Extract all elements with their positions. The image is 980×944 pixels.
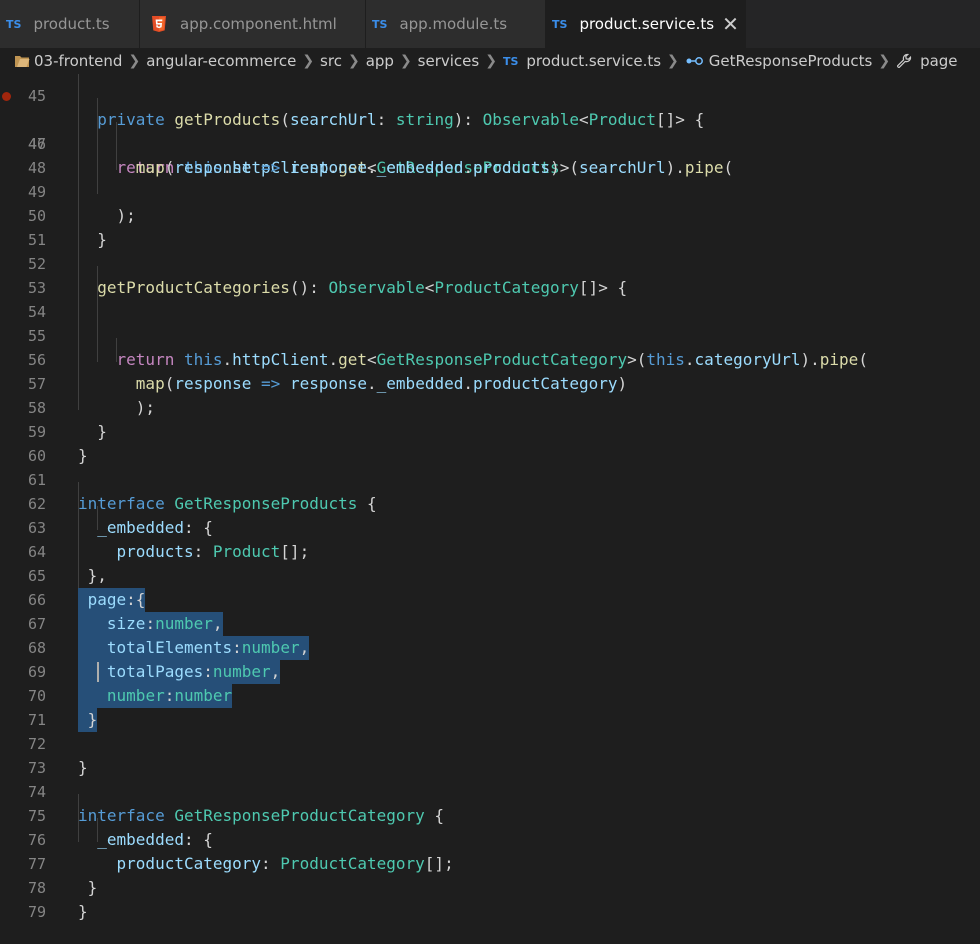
line-number: 79 <box>27 903 46 921</box>
close-tab-icon[interactable]: ✕ <box>722 14 739 34</box>
chevron-right-icon: ❯ <box>878 53 891 69</box>
code-line: 72 } <box>0 708 980 777</box>
tab-label: app.module.ts <box>399 15 508 33</box>
code-line: 58 } <box>0 372 980 441</box>
code-line: 69 number:number <box>0 636 980 708</box>
interface-symbol-icon <box>686 57 703 65</box>
breadcrumb-item-app[interactable]: app <box>366 52 394 70</box>
code-line: 53 <box>0 252 980 297</box>
breadcrumb-item-services[interactable]: services <box>418 52 480 70</box>
typescript-file-icon: TS <box>372 17 388 31</box>
breadcrumb-item-page[interactable]: page <box>920 52 957 70</box>
breadcrumb-item-angular-ecommerce[interactable]: angular-ecommerce <box>146 52 296 70</box>
code-line: 68 totalPages:number, <box>0 612 980 684</box>
breadcrumb: 03-frontend ❯ angular-ecommerce ❯ src ❯ … <box>0 48 980 74</box>
code-line: 60 <box>0 420 980 465</box>
code-line: 78 } <box>0 852 980 921</box>
code-line: 67 totalElements:number, <box>0 588 980 660</box>
code-line: 71 <box>0 684 980 729</box>
code-line: 79 <box>0 876 980 921</box>
code-line: 64 }, <box>0 516 980 585</box>
chevron-right-icon: ❯ <box>128 53 141 69</box>
code-line: 63 products: Product[]; <box>0 492 980 561</box>
code-line: 55 return this.httpClient.get<GetRespons… <box>0 300 980 369</box>
code-line: 52 getProductCategories(): Observable<Pr… <box>0 228 980 297</box>
code-line: 50 } <box>0 180 980 249</box>
code-line: 62 _embedded: { <box>0 468 980 537</box>
code-line: 76 productCategory: ProductCategory[]; <box>0 804 980 873</box>
breadcrumb-item-file[interactable]: product.service.ts <box>526 52 661 70</box>
chevron-right-icon: ❯ <box>302 53 315 69</box>
breadcrumb-item-src[interactable]: src <box>320 52 342 70</box>
code-line: 77 } <box>0 828 980 897</box>
code-line: 46 return this.httpClient.get<GetRespons… <box>0 84 980 177</box>
code-line: 56 map(response => response._embedded.pr… <box>0 324 980 393</box>
typescript-file-icon: TS <box>502 54 519 68</box>
breakpoint-icon[interactable] <box>2 92 11 101</box>
code-line: 61 interface GetResponseProducts { <box>0 444 980 513</box>
tab-label: product.ts <box>33 15 110 33</box>
code-line: 48 <box>0 132 980 177</box>
tab-product-ts[interactable]: TS product.ts <box>0 0 140 48</box>
code-line: 54 <box>0 276 980 321</box>
code-line: 66 size:number, <box>0 564 980 636</box>
tab-bar: TS product.ts app.component.html TS app.… <box>0 0 980 48</box>
code-line: 73 <box>0 732 980 777</box>
code-line: 45 private getProducts(searchUrl: string… <box>0 74 980 129</box>
typescript-file-icon: TS <box>6 17 22 31</box>
tab-label: app.component.html <box>180 15 337 33</box>
tab-label: product.service.ts <box>579 15 715 33</box>
breadcrumb-item-interface[interactable]: GetResponseProducts <box>709 52 873 70</box>
tab-app-module-ts[interactable]: TS app.module.ts <box>366 0 546 48</box>
code-line: 65 page:{ <box>0 540 980 612</box>
text-cursor <box>97 662 99 682</box>
folder-icon <box>15 56 30 67</box>
breadcrumb-item-03-frontend[interactable]: 03-frontend <box>34 52 122 70</box>
code-editor[interactable]: 45 private getProducts(searchUrl: string… <box>0 74 980 944</box>
chevron-right-icon: ❯ <box>667 53 679 69</box>
code-line: 75 _embedded: { <box>0 780 980 849</box>
code-line: 59 } <box>0 396 980 465</box>
code-text: } <box>78 902 88 921</box>
tab-product-service-ts[interactable]: TS product.service.ts ✕ <box>546 0 746 48</box>
typescript-file-icon: TS <box>552 17 568 31</box>
code-line: 70 } <box>0 660 980 732</box>
html-file-icon <box>152 16 166 32</box>
property-wrench-icon <box>897 53 912 68</box>
code-line: 47 map(response => response._embedded.pr… <box>0 108 980 177</box>
code-line: 74 interface GetResponseProductCategory … <box>0 756 980 825</box>
code-line: 51 <box>0 204 980 249</box>
code-line: 49 ); <box>0 156 980 225</box>
code-line: 57 ); <box>0 348 980 417</box>
chevron-right-icon: ❯ <box>485 53 497 69</box>
chevron-right-icon: ❯ <box>347 53 360 69</box>
tab-app-component-html[interactable]: app.component.html <box>140 0 366 48</box>
chevron-right-icon: ❯ <box>399 53 412 69</box>
